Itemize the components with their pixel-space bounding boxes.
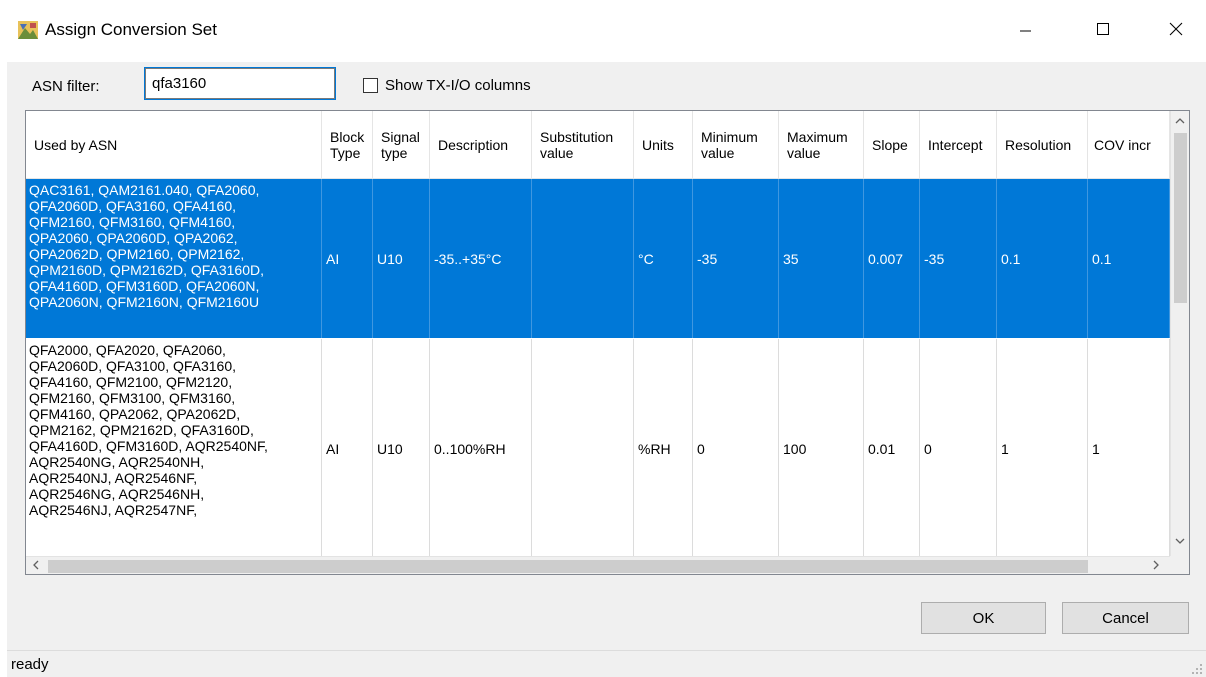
close-button[interactable] xyxy=(1153,14,1199,48)
cell-signal-type[interactable]: U10 xyxy=(373,339,430,559)
window-title: Assign Conversion Set xyxy=(45,20,217,39)
table-row[interactable]: QAC3161, QAM2161.040, QFA2060, QFA2060D,… xyxy=(26,179,1170,338)
cell-resolution[interactable]: 0.1 xyxy=(997,179,1088,338)
minimize-icon xyxy=(1020,22,1032,40)
cell-slope[interactable]: 0.007 xyxy=(864,179,920,338)
status-text: ready xyxy=(11,656,49,673)
asn-filter-label: ASN filter: xyxy=(32,78,100,95)
cell-intercept[interactable]: 0 xyxy=(920,339,997,559)
scroll-right-icon[interactable] xyxy=(1151,558,1161,574)
cell-substitution-value[interactable] xyxy=(532,179,634,338)
title-bar: Assign Conversion Set xyxy=(0,0,1206,62)
column-header-cov-incr[interactable]: COV incr xyxy=(1088,111,1170,179)
scroll-down-icon[interactable] xyxy=(1174,535,1186,549)
horizontal-scroll-thumb[interactable] xyxy=(48,560,1088,573)
column-header-units[interactable]: Units xyxy=(634,111,693,179)
column-header-block-type[interactable]: Block Type xyxy=(322,111,373,179)
cell-units[interactable]: %RH xyxy=(634,339,693,559)
column-header-slope[interactable]: Slope xyxy=(864,111,920,179)
column-header-intercept[interactable]: Intercept xyxy=(920,111,997,179)
cell-signal-type[interactable]: U10 xyxy=(373,179,430,338)
ok-button[interactable]: OK xyxy=(921,602,1046,634)
grid-header: Used by ASN Block Type Signal type Descr… xyxy=(26,111,1170,179)
cell-cov-incr[interactable]: 0.1 xyxy=(1088,179,1170,338)
show-txio-label[interactable]: Show TX-I/O columns xyxy=(385,77,531,94)
column-header-signal-type[interactable]: Signal type xyxy=(373,111,430,179)
dialog-body: ASN filter: Show TX-I/O columns Used by … xyxy=(7,62,1206,677)
column-header-used-by-asn[interactable]: Used by ASN xyxy=(26,111,322,179)
maximize-button[interactable] xyxy=(1080,14,1126,48)
cell-maximum-value[interactable]: 35 xyxy=(779,179,864,338)
vertical-scrollbar[interactable] xyxy=(1170,111,1189,556)
resize-grip-icon[interactable] xyxy=(1191,662,1203,674)
table-row[interactable]: QFA2000, QFA2020, QFA2060, QFA2060D, QFA… xyxy=(26,339,1170,559)
cell-block-type[interactable]: AI xyxy=(322,339,373,559)
minimize-button[interactable] xyxy=(1003,14,1049,48)
conversion-set-icon xyxy=(18,21,38,39)
status-bar: ready xyxy=(7,650,1206,677)
cell-used-by-asn[interactable]: QFA2000, QFA2020, QFA2060, QFA2060D, QFA… xyxy=(26,339,322,559)
asn-filter-input[interactable] xyxy=(144,67,336,100)
column-header-description[interactable]: Description xyxy=(430,111,532,179)
cell-block-type[interactable]: AI xyxy=(322,179,373,338)
cell-description[interactable]: -35..+35°C xyxy=(430,179,532,338)
scroll-up-icon[interactable] xyxy=(1174,115,1186,129)
cell-used-by-asn[interactable]: QAC3161, QAM2161.040, QFA2060, QFA2060D,… xyxy=(26,179,322,338)
show-txio-checkbox[interactable] xyxy=(363,78,378,93)
column-header-resolution[interactable]: Resolution xyxy=(997,111,1088,179)
cell-slope[interactable]: 0.01 xyxy=(864,339,920,559)
cell-minimum-value[interactable]: 0 xyxy=(693,339,779,559)
cancel-button[interactable]: Cancel xyxy=(1062,602,1189,634)
vertical-scroll-thumb[interactable] xyxy=(1174,133,1187,303)
cell-intercept[interactable]: -35 xyxy=(920,179,997,338)
cell-resolution[interactable]: 1 xyxy=(997,339,1088,559)
scrollbar-corner xyxy=(1170,556,1189,574)
cell-cov-incr[interactable]: 1 xyxy=(1088,339,1170,559)
column-header-substitution-value[interactable]: Substitution value xyxy=(532,111,634,179)
cell-maximum-value[interactable]: 100 xyxy=(779,339,864,559)
cell-substitution-value[interactable] xyxy=(532,339,634,559)
close-icon xyxy=(1169,22,1183,41)
column-header-minimum-value[interactable]: Minimum value xyxy=(693,111,779,179)
column-header-maximum-value[interactable]: Maximum value xyxy=(779,111,864,179)
scroll-left-icon[interactable] xyxy=(31,558,41,574)
conversion-set-grid[interactable]: Used by ASN Block Type Signal type Descr… xyxy=(25,110,1190,575)
cell-minimum-value[interactable]: -35 xyxy=(693,179,779,338)
cell-description[interactable]: 0..100%RH xyxy=(430,339,532,559)
horizontal-scrollbar[interactable] xyxy=(26,556,1170,574)
maximize-icon xyxy=(1096,22,1110,41)
cell-units[interactable]: °C xyxy=(634,179,693,338)
